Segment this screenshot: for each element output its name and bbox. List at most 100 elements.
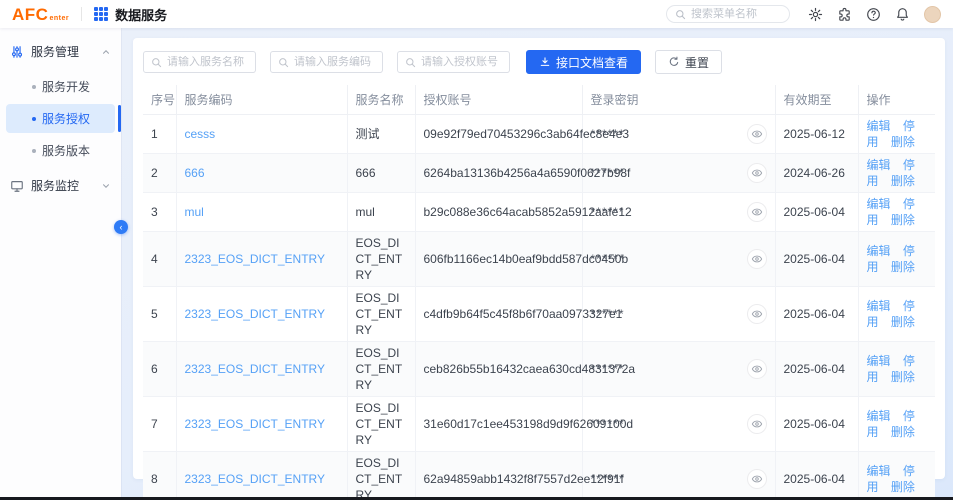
plugin-icon[interactable] (837, 7, 852, 22)
topbar-search[interactable] (666, 5, 790, 23)
service-name: EOS_DICT_ENTRY (356, 291, 403, 337)
content-card: 接口文档查看 重置 序号 服务编码 服务名称 授权账号 (133, 38, 945, 479)
service-name-filter[interactable] (143, 51, 256, 73)
avatar[interactable] (924, 6, 941, 23)
delete-link[interactable]: 删除 (891, 260, 915, 274)
service-code-link[interactable]: 666 (185, 166, 205, 180)
valid-until: 2025-06-04 (784, 252, 845, 266)
eye-icon (751, 308, 763, 320)
row-index: 7 (151, 417, 158, 431)
topbar: AFCenter 数据服务 (0, 0, 953, 28)
valid-until: 2025-06-04 (784, 417, 845, 431)
auth-account-input[interactable] (421, 56, 502, 68)
service-name: mul (356, 205, 375, 219)
service-name: 666 (356, 166, 376, 180)
row-index: 8 (151, 472, 158, 486)
valid-until: 2024-06-26 (784, 166, 845, 180)
eye-icon (751, 418, 763, 430)
service-code-filter[interactable] (270, 51, 383, 73)
sidebar-group-service-management[interactable]: 服务管理 (0, 34, 121, 69)
settings-icon[interactable] (808, 7, 823, 22)
delete-link[interactable]: 删除 (891, 174, 915, 188)
eye-icon (751, 363, 763, 375)
edit-link[interactable]: 编辑 (867, 464, 891, 478)
bell-icon[interactable] (895, 7, 910, 22)
service-code-link[interactable]: 2323_EOS_DICT_ENTRY (185, 252, 326, 266)
service-auth-table: 序号 服务编码 服务名称 授权账号 登录密钥 有效期至 操作 1 cesss 测… (143, 85, 935, 500)
masked-login-key: ****** (591, 165, 625, 181)
table-header-row: 序号 服务编码 服务名称 授权账号 登录密钥 有效期至 操作 (143, 85, 935, 115)
reveal-key-button[interactable] (747, 469, 767, 489)
service-name: EOS_DICT_ENTRY (356, 346, 403, 392)
sidebar-item-label: 服务版本 (42, 142, 90, 159)
service-code-link[interactable]: mul (185, 205, 204, 219)
edit-link[interactable]: 编辑 (867, 409, 891, 423)
edit-link[interactable]: 编辑 (867, 158, 891, 172)
sidebar: 服务管理 服务开发 服务授权 服务版本 服务监控 ‹ (0, 28, 121, 497)
api-doc-view-button[interactable]: 接口文档查看 (526, 50, 641, 74)
sidebar-item-service-dev[interactable]: 服务开发 (6, 72, 115, 101)
logo-text: AFC (12, 6, 48, 23)
edit-link[interactable]: 编辑 (867, 119, 891, 133)
edit-link[interactable]: 编辑 (867, 354, 891, 368)
reset-button[interactable]: 重置 (655, 50, 722, 74)
service-code-input[interactable] (294, 56, 375, 68)
valid-until: 2025-06-04 (784, 205, 845, 219)
auth-account-filter[interactable] (397, 51, 510, 73)
delete-link[interactable]: 删除 (891, 315, 915, 329)
service-code-link[interactable]: 2323_EOS_DICT_ENTRY (185, 472, 326, 486)
chevron-up-icon (101, 47, 111, 57)
sidebar-item-service-auth[interactable]: 服务授权 (6, 104, 115, 133)
valid-until: 2025-06-04 (784, 472, 845, 486)
reveal-key-button[interactable] (747, 202, 767, 222)
sidebar-item-label: 服务授权 (42, 110, 90, 127)
service-name: 测试 (356, 127, 380, 141)
row-index: 2 (151, 166, 158, 180)
sidebar-group-service-monitor[interactable]: 服务监控 (0, 168, 121, 203)
reveal-key-button[interactable] (747, 304, 767, 324)
menu-search-input[interactable] (691, 8, 781, 20)
sidebar-item-label: 服务开发 (42, 78, 90, 95)
reveal-key-button[interactable] (747, 414, 767, 434)
reveal-key-button[interactable] (747, 163, 767, 183)
delete-link[interactable]: 删除 (891, 213, 915, 227)
valid-until: 2025-06-04 (784, 307, 845, 321)
row-index: 3 (151, 205, 158, 219)
service-code-link[interactable]: 2323_EOS_DICT_ENTRY (185, 362, 326, 376)
service-name: EOS_DICT_ENTRY (356, 401, 403, 447)
masked-login-key: ****** (591, 416, 625, 432)
reveal-key-button[interactable] (747, 124, 767, 144)
edit-link[interactable]: 编辑 (867, 299, 891, 313)
search-icon (405, 57, 416, 68)
delete-link[interactable]: 删除 (891, 480, 915, 494)
col-index: 序号 (143, 85, 176, 115)
col-service-name: 服务名称 (347, 85, 415, 115)
masked-login-key: ****** (591, 251, 625, 267)
service-code-link[interactable]: cesss (185, 127, 216, 141)
service-name-input[interactable] (167, 56, 248, 68)
logo-suffix: enter (49, 15, 69, 22)
eye-icon (751, 128, 763, 140)
tune-icon (10, 45, 24, 59)
delete-link[interactable]: 删除 (891, 425, 915, 439)
service-code-link[interactable]: 2323_EOS_DICT_ENTRY (185, 417, 326, 431)
eye-icon (751, 253, 763, 265)
reset-label: 重置 (685, 54, 709, 71)
service-code-link[interactable]: 2323_EOS_DICT_ENTRY (185, 307, 326, 321)
search-icon (151, 57, 162, 68)
reveal-key-button[interactable] (747, 249, 767, 269)
valid-until: 2025-06-12 (784, 127, 845, 141)
table-row: 4 2323_EOS_DICT_ENTRY EOS_DICT_ENTRY 606… (143, 232, 935, 287)
table-row: 3 mul mul b29c088e36c64acab5852a5912aafe… (143, 193, 935, 232)
reveal-key-button[interactable] (747, 359, 767, 379)
help-icon[interactable] (866, 7, 881, 22)
delete-link[interactable]: 删除 (891, 135, 915, 149)
col-valid-until: 有效期至 (775, 85, 858, 115)
sidebar-collapse-toggle[interactable]: ‹ (114, 220, 128, 234)
masked-login-key: ****** (591, 126, 625, 142)
delete-link[interactable]: 删除 (891, 370, 915, 384)
edit-link[interactable]: 编辑 (867, 244, 891, 258)
sidebar-item-service-version[interactable]: 服务版本 (6, 136, 115, 165)
table-row: 5 2323_EOS_DICT_ENTRY EOS_DICT_ENTRY c4d… (143, 287, 935, 342)
edit-link[interactable]: 编辑 (867, 197, 891, 211)
